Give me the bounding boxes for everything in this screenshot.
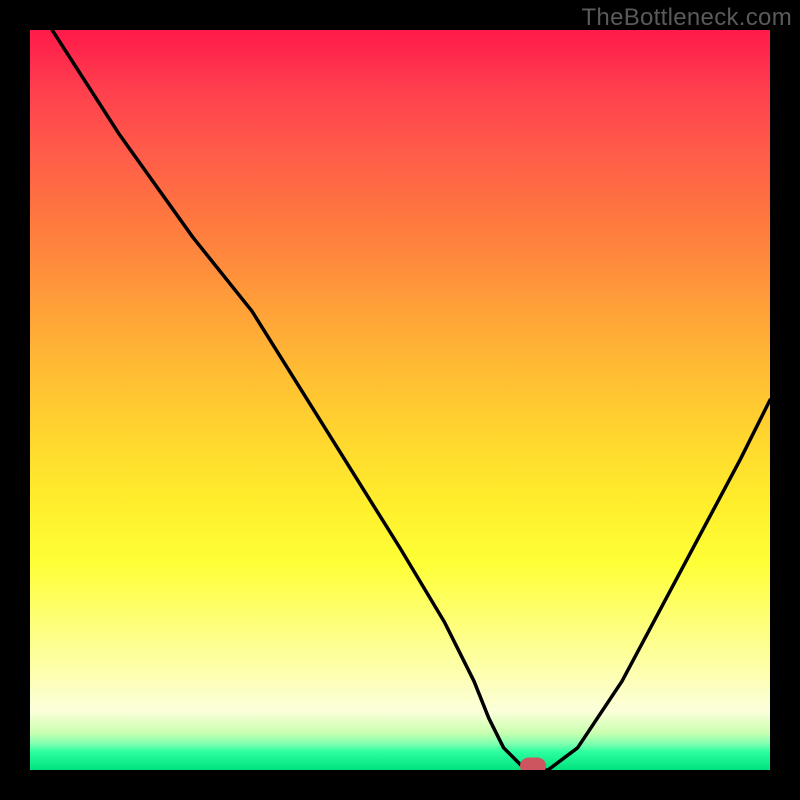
watermark-text: TheBottleneck.com	[581, 4, 792, 32]
plot-area	[30, 30, 770, 770]
optimal-point-marker	[520, 758, 546, 771]
chart-frame: TheBottleneck.com	[0, 0, 800, 800]
bottleneck-curve	[30, 30, 770, 770]
curve-path	[52, 30, 770, 770]
